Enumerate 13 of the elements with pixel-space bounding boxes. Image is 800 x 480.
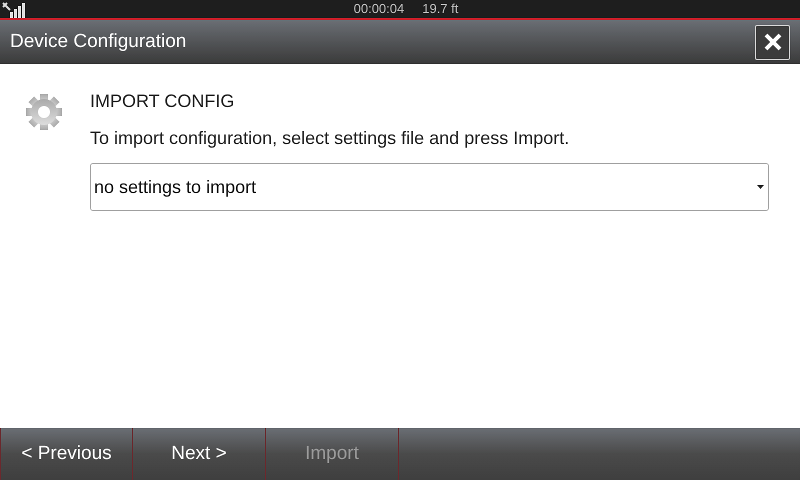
window-title: Device Configuration (10, 30, 186, 54)
signal-icon (2, 2, 26, 18)
close-icon (762, 32, 782, 52)
section-title: IMPORT CONFIG (90, 90, 236, 112)
close-button[interactable] (755, 24, 790, 60)
toolbar-button[interactable]: < Previous (0, 428, 133, 480)
dropdown-arrow-icon (757, 185, 764, 189)
settings-dropdown[interactable]: no settings to import (90, 163, 769, 211)
depth-text: 19.7 ft (422, 0, 458, 18)
description-text: To import configuration, select settings file and press Import. (90, 127, 570, 149)
toolbar-button[interactable]: Next > (133, 428, 266, 480)
gear-icon (24, 92, 64, 132)
timer-text: 00:00:04 (354, 0, 404, 18)
